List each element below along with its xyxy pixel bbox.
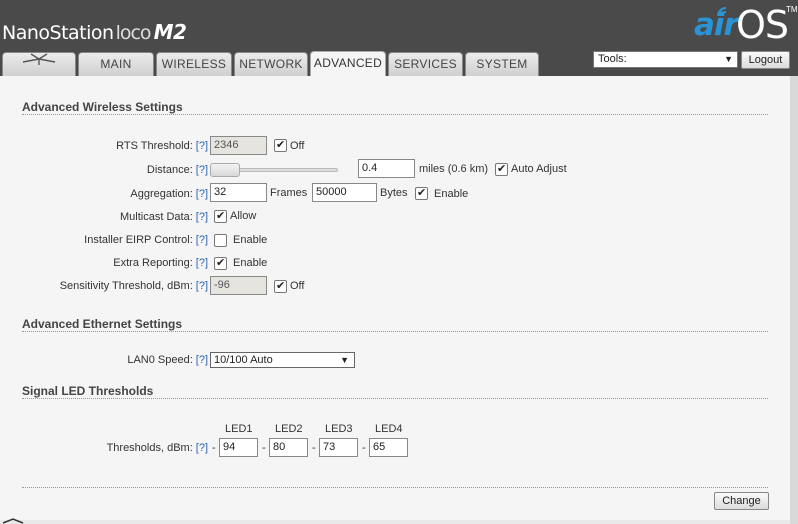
- rts-label-text: RTS Threshold:: [116, 140, 193, 152]
- frames-label: Frames: [270, 187, 308, 199]
- section-divider: [22, 487, 768, 488]
- ethernet-section-title: Advanced Ethernet Settings: [22, 317, 183, 331]
- logout-button[interactable]: Logout: [741, 51, 790, 69]
- thresholds-label-text: Thresholds, dBm:: [106, 442, 193, 454]
- multicast-label-text: Multicast Data:: [120, 211, 193, 223]
- sensitivity-input[interactable]: -96: [210, 276, 267, 295]
- led2-header: LED2: [275, 423, 303, 435]
- tab-system[interactable]: SYSTEM: [465, 52, 539, 76]
- wireless-section-title: Advanced Wireless Settings: [22, 100, 183, 114]
- eirp-label: Installer EIRP Control: [?]: [20, 234, 208, 246]
- aggregation-label-text: Aggregation:: [130, 188, 193, 200]
- sensitivity-label: Sensitivity Threshold, dBm: [?]: [20, 280, 208, 292]
- eirp-help-link[interactable]: [?]: [196, 234, 208, 246]
- tab-network[interactable]: NETWORK: [234, 52, 308, 76]
- tab-services[interactable]: SERVICES: [388, 52, 463, 76]
- extra-reporting-checkbox[interactable]: [214, 256, 227, 270]
- auto-adjust-checkbox[interactable]: [495, 162, 508, 176]
- distance-help-link[interactable]: [?]: [196, 164, 208, 176]
- lan0-label-text: LAN0 Speed:: [127, 354, 193, 366]
- distance-label-text: Distance:: [146, 164, 193, 176]
- brand-main: NanoStation: [2, 22, 114, 44]
- thresholds-label: Thresholds, dBm: [?]: [40, 442, 208, 454]
- multicast-allow-label: Allow: [230, 210, 257, 222]
- logo-trademark: TM: [786, 5, 798, 14]
- lan0-selected-value: 10/100 Auto: [214, 354, 273, 366]
- rts-help-link[interactable]: [?]: [196, 140, 208, 152]
- multicast-help-link[interactable]: [?]: [196, 211, 208, 223]
- extra-help-link[interactable]: [?]: [196, 257, 208, 269]
- sensitivity-off-label: Off: [290, 280, 305, 292]
- change-button[interactable]: Change: [714, 492, 769, 510]
- auto-adjust-label: Auto Adjust: [511, 163, 567, 175]
- sensitivity-label-text: Sensitivity Threshold, dBm:: [59, 280, 193, 292]
- lan0-speed-label: LAN0 Speed: [?]: [40, 354, 208, 366]
- logo-os: OS: [736, 3, 789, 47]
- minus-sign: -: [312, 442, 316, 454]
- distance-slider-handle[interactable]: [210, 163, 240, 177]
- rts-off-label: Off: [290, 140, 305, 152]
- distance-unit-label: miles (0.6 km): [419, 163, 489, 175]
- eirp-enable-label: Enable: [233, 234, 268, 246]
- distance-label: Distance: [?]: [40, 164, 208, 176]
- aggregation-label: Aggregation: [?]: [40, 188, 208, 200]
- led3-threshold-input[interactable]: 73: [319, 438, 358, 457]
- tab-main[interactable]: MAIN: [78, 52, 154, 76]
- aggregation-bytes-input[interactable]: 50000: [312, 183, 377, 202]
- tools-dropdown[interactable]: Tools: ▼: [593, 51, 738, 68]
- ubiquiti-footer-icon: [2, 518, 24, 524]
- tab-advanced[interactable]: ADVANCED: [310, 51, 386, 77]
- section-divider: [22, 398, 768, 399]
- logo-air: air: [694, 7, 739, 43]
- bytes-label: Bytes: [380, 187, 408, 199]
- rts-threshold-input[interactable]: 2346: [210, 136, 267, 155]
- chevron-down-icon: ▼: [340, 355, 349, 365]
- eirp-label-text: Installer EIRP Control:: [84, 234, 193, 246]
- led1-threshold-input[interactable]: 94: [219, 438, 258, 457]
- sensitivity-help-link[interactable]: [?]: [196, 280, 208, 292]
- led2-threshold-input[interactable]: 80: [269, 438, 308, 457]
- airos-logo: air OS TM: [692, 2, 798, 47]
- extra-label-text: Extra Reporting:: [113, 257, 193, 269]
- tab-wireless[interactable]: WIRELESS: [156, 52, 232, 76]
- tools-selected-value: Tools:: [598, 53, 627, 65]
- chevron-down-icon: ▼: [724, 54, 733, 64]
- minus-sign: -: [262, 442, 266, 454]
- sensitivity-off-checkbox[interactable]: [274, 279, 287, 293]
- minus-sign: -: [212, 442, 216, 454]
- advanced-settings-panel: Advanced Wireless Settings RTS Threshold…: [0, 76, 790, 520]
- aggregation-help-link[interactable]: [?]: [196, 188, 208, 200]
- thresholds-help-link[interactable]: [?]: [196, 442, 208, 454]
- rts-off-checkbox[interactable]: [274, 138, 287, 152]
- rts-threshold-label: RTS Threshold: [?]: [40, 140, 208, 152]
- lan0-speed-select[interactable]: 10/100 Auto ▼: [210, 352, 355, 368]
- led4-threshold-input[interactable]: 65: [369, 438, 408, 457]
- extra-reporting-label: Extra Reporting: [?]: [40, 257, 208, 269]
- extra-enable-label: Enable: [233, 257, 268, 269]
- minus-sign: -: [362, 442, 366, 454]
- brand-model: M2: [153, 20, 187, 44]
- eirp-enable-checkbox[interactable]: [214, 234, 227, 247]
- ubiquiti-logo-icon: [22, 53, 56, 65]
- led3-header: LED3: [325, 423, 353, 435]
- lan0-help-link[interactable]: [?]: [196, 354, 208, 366]
- led4-header: LED4: [375, 423, 403, 435]
- aggregation-frames-input[interactable]: 32: [210, 183, 267, 202]
- led-section-title: Signal LED Thresholds: [22, 384, 154, 398]
- right-scroll-strip: [790, 76, 798, 524]
- section-divider: [22, 114, 768, 115]
- brand-loco: loco: [115, 22, 152, 44]
- multicast-allow-checkbox[interactable]: [214, 209, 227, 223]
- tab-ubnt-logo[interactable]: [2, 52, 76, 76]
- device-brand: NanoStation loco M2: [2, 20, 187, 44]
- header-bar: NanoStation loco M2 air OS TM MAIN WIRELES…: [0, 0, 798, 77]
- aggregation-enable-label: Enable: [434, 188, 469, 200]
- aggregation-enable-checkbox[interactable]: [415, 186, 428, 200]
- distance-input[interactable]: 0.4: [358, 159, 415, 178]
- multicast-label: Multicast Data: [?]: [40, 211, 208, 223]
- led1-header: LED1: [225, 423, 253, 435]
- section-divider: [22, 331, 768, 332]
